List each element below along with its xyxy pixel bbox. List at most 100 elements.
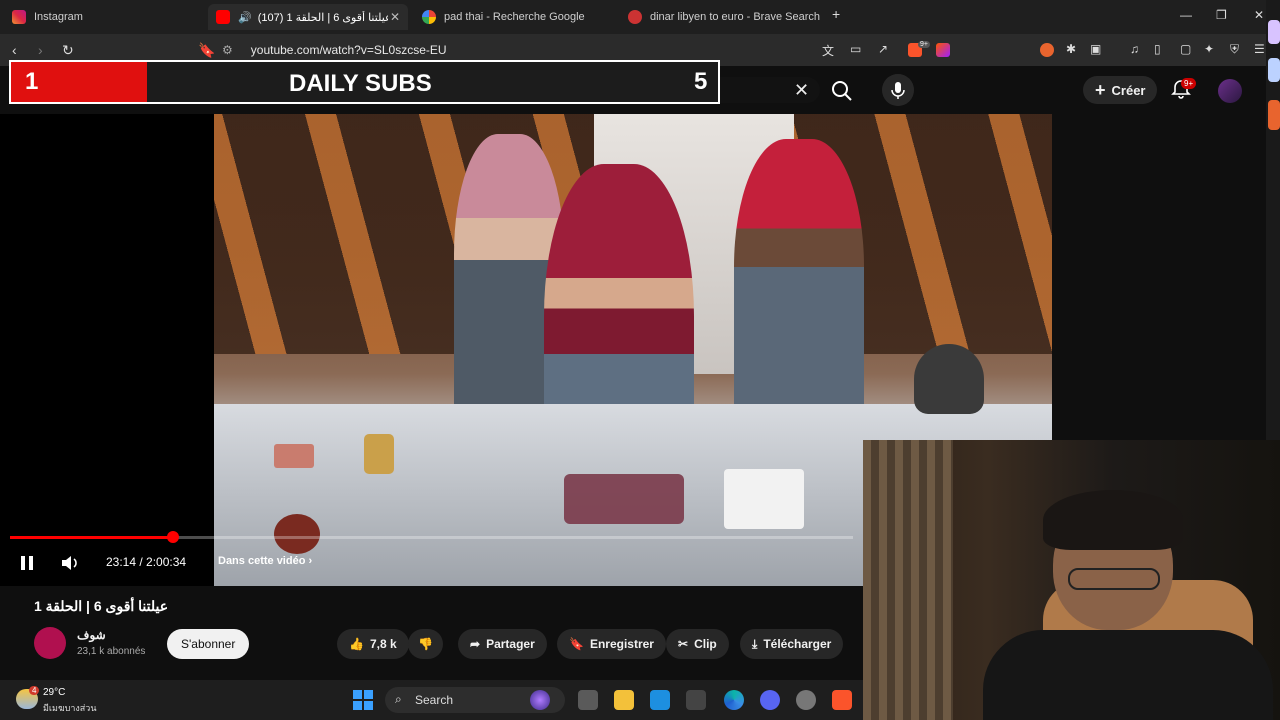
edge-icon[interactable]	[724, 690, 744, 710]
discord-icon[interactable]	[760, 690, 780, 710]
dislike-button[interactable]: 👎	[408, 629, 443, 659]
forward-icon[interactable]: ›	[38, 42, 43, 58]
tab-google[interactable]: pad thai - Recherche Google	[414, 4, 614, 30]
windows-start-icon[interactable]	[352, 689, 374, 711]
tab-youtube[interactable]: 🔊 عيلتنا أقوى 6 | الحلقة 1 (107) - ✕	[208, 4, 408, 30]
download-label: Télécharger	[763, 637, 832, 651]
google-icon	[422, 10, 436, 24]
clip-label: Clip	[694, 637, 717, 651]
share-button[interactable]: ➦ Partager	[458, 629, 547, 659]
thumbs-down-icon: 👎	[418, 637, 433, 651]
daily-subs-banner: 1 DAILY SUBS 5	[9, 60, 720, 104]
glasses	[1068, 568, 1160, 590]
thumbs-up-icon: 👍	[349, 637, 364, 651]
streamer-shirt	[983, 630, 1273, 720]
app-icon[interactable]	[686, 690, 706, 710]
brave-icon[interactable]	[832, 690, 852, 710]
restore-button[interactable]: ❐	[1216, 8, 1227, 22]
media-icon[interactable]: ♫	[1130, 42, 1139, 56]
leo-ai-icon[interactable]: ✦	[1204, 42, 1214, 56]
subscriber-count: 23,1 k abonnés	[77, 646, 146, 657]
browser-tab-strip: Instagram 🔊 عيلتنا أقوى 6 | الحلقة 1 (10…	[0, 0, 1280, 34]
channel-name[interactable]: شوف	[77, 628, 106, 642]
download-button[interactable]: ⤓ Télécharger	[740, 629, 844, 659]
banner-title: DAILY SUBS	[289, 70, 432, 97]
bookmark-icon[interactable]: 🔖	[198, 42, 215, 59]
progress-scrubber[interactable]	[166, 531, 179, 543]
file-explorer-icon[interactable]	[614, 690, 634, 710]
like-count: 7,8 k	[369, 637, 397, 651]
video-title: عيلتنا أقوى 6 | الحلقة 1	[34, 598, 169, 614]
sidebar-app-icon[interactable]	[1268, 58, 1280, 82]
weather-badge: 4	[29, 686, 40, 695]
share-icon: ➦	[470, 637, 481, 651]
jar	[364, 434, 394, 474]
reload-icon[interactable]: ↻	[62, 42, 74, 59]
webcam-overlay	[863, 440, 1280, 720]
brave-wallet-icon[interactable]	[1040, 43, 1054, 57]
headset	[1043, 490, 1183, 550]
utensil-holder	[914, 344, 984, 414]
tab-label: dinar libyen to euro - Brave Search	[650, 11, 820, 23]
cast-icon[interactable]: ▭	[850, 42, 861, 56]
notification-badge: 9+	[1181, 78, 1197, 89]
search-icon: ⌕	[395, 692, 402, 706]
channel-avatar[interactable]	[34, 627, 66, 659]
screenshot-icon[interactable]: ▣	[1090, 42, 1101, 56]
in-this-video-button[interactable]: Dans cette vidéo ›	[218, 555, 312, 567]
instagram-icon	[12, 10, 26, 24]
back-icon[interactable]: ‹	[12, 42, 17, 58]
sidebar-app-icon[interactable]	[1268, 20, 1280, 44]
windows-taskbar: 4 29°C มีเมฆบางส่วน ⌕ Search	[0, 680, 863, 720]
create-button[interactable]: + Créer	[1083, 76, 1158, 104]
task-view-icon[interactable]	[578, 690, 598, 710]
tab-instagram[interactable]: Instagram	[4, 4, 204, 30]
tab-brave-search[interactable]: dinar libyen to euro - Brave Search	[620, 4, 830, 30]
sidebar-app-icon[interactable]	[1268, 100, 1280, 130]
save-button[interactable]: 🔖 Enregistrer	[557, 629, 666, 659]
container	[724, 469, 804, 529]
subscribe-button[interactable]: S'abonner	[167, 629, 250, 659]
pause-icon[interactable]	[18, 554, 36, 572]
account-avatar[interactable]	[1218, 79, 1242, 103]
progress-fill	[10, 536, 173, 539]
like-button[interactable]: 👍 7,8 k	[337, 629, 409, 659]
volume-icon[interactable]	[60, 554, 82, 572]
weather-temperature: 29°C	[43, 687, 66, 698]
brave-rewards-icon[interactable]	[936, 43, 950, 57]
menu-icon[interactable]: ☰	[1254, 42, 1265, 56]
wallet-icon[interactable]: ▢	[1180, 42, 1191, 56]
video-player[interactable]: 23:14 / 2:00:34 Dans cette vidéo ›	[0, 114, 1052, 586]
speaker-icon[interactable]: 🔊	[238, 11, 252, 24]
close-tab-icon[interactable]: ✕	[390, 10, 400, 24]
show-logo	[274, 514, 320, 554]
download-icon: ⤓	[752, 636, 758, 651]
bookmark-save-icon: 🔖	[569, 637, 584, 651]
meat-package	[564, 474, 684, 524]
minimize-button[interactable]: —	[1180, 8, 1192, 22]
share-page-icon[interactable]: ↗	[878, 42, 888, 56]
store-icon[interactable]	[650, 690, 670, 710]
close-window-button[interactable]: ✕	[1254, 8, 1264, 22]
microphone-icon[interactable]	[882, 74, 914, 106]
shields-badge: 9+	[918, 41, 930, 48]
url-text: youtube.com/watch?v=SL0szcse-EU	[250, 43, 447, 57]
browser-sidebar	[1266, 0, 1280, 440]
site-info-icon[interactable]: ⚙	[222, 43, 233, 57]
search-icon[interactable]	[826, 76, 858, 106]
tab-label: Instagram	[34, 11, 83, 23]
settings-icon[interactable]	[796, 690, 816, 710]
sidebar-icon[interactable]: ▯	[1154, 42, 1161, 56]
scissors-icon: ✂	[678, 637, 689, 651]
translate-icon[interactable]: 文	[822, 42, 834, 59]
extensions-icon[interactable]: ✱	[1066, 42, 1076, 56]
vpn-icon[interactable]: ⛨	[1230, 42, 1239, 57]
copilot-icon[interactable]	[530, 690, 550, 710]
youtube-icon	[216, 10, 230, 24]
clip-button[interactable]: ✂ Clip	[666, 629, 729, 659]
tab-label: pad thai - Recherche Google	[444, 11, 585, 23]
new-tab-button[interactable]: +	[832, 6, 840, 22]
taskbar-search-label: Search	[415, 693, 454, 707]
ingredient-box	[274, 444, 314, 468]
clear-search-icon[interactable]: ✕	[794, 80, 809, 101]
